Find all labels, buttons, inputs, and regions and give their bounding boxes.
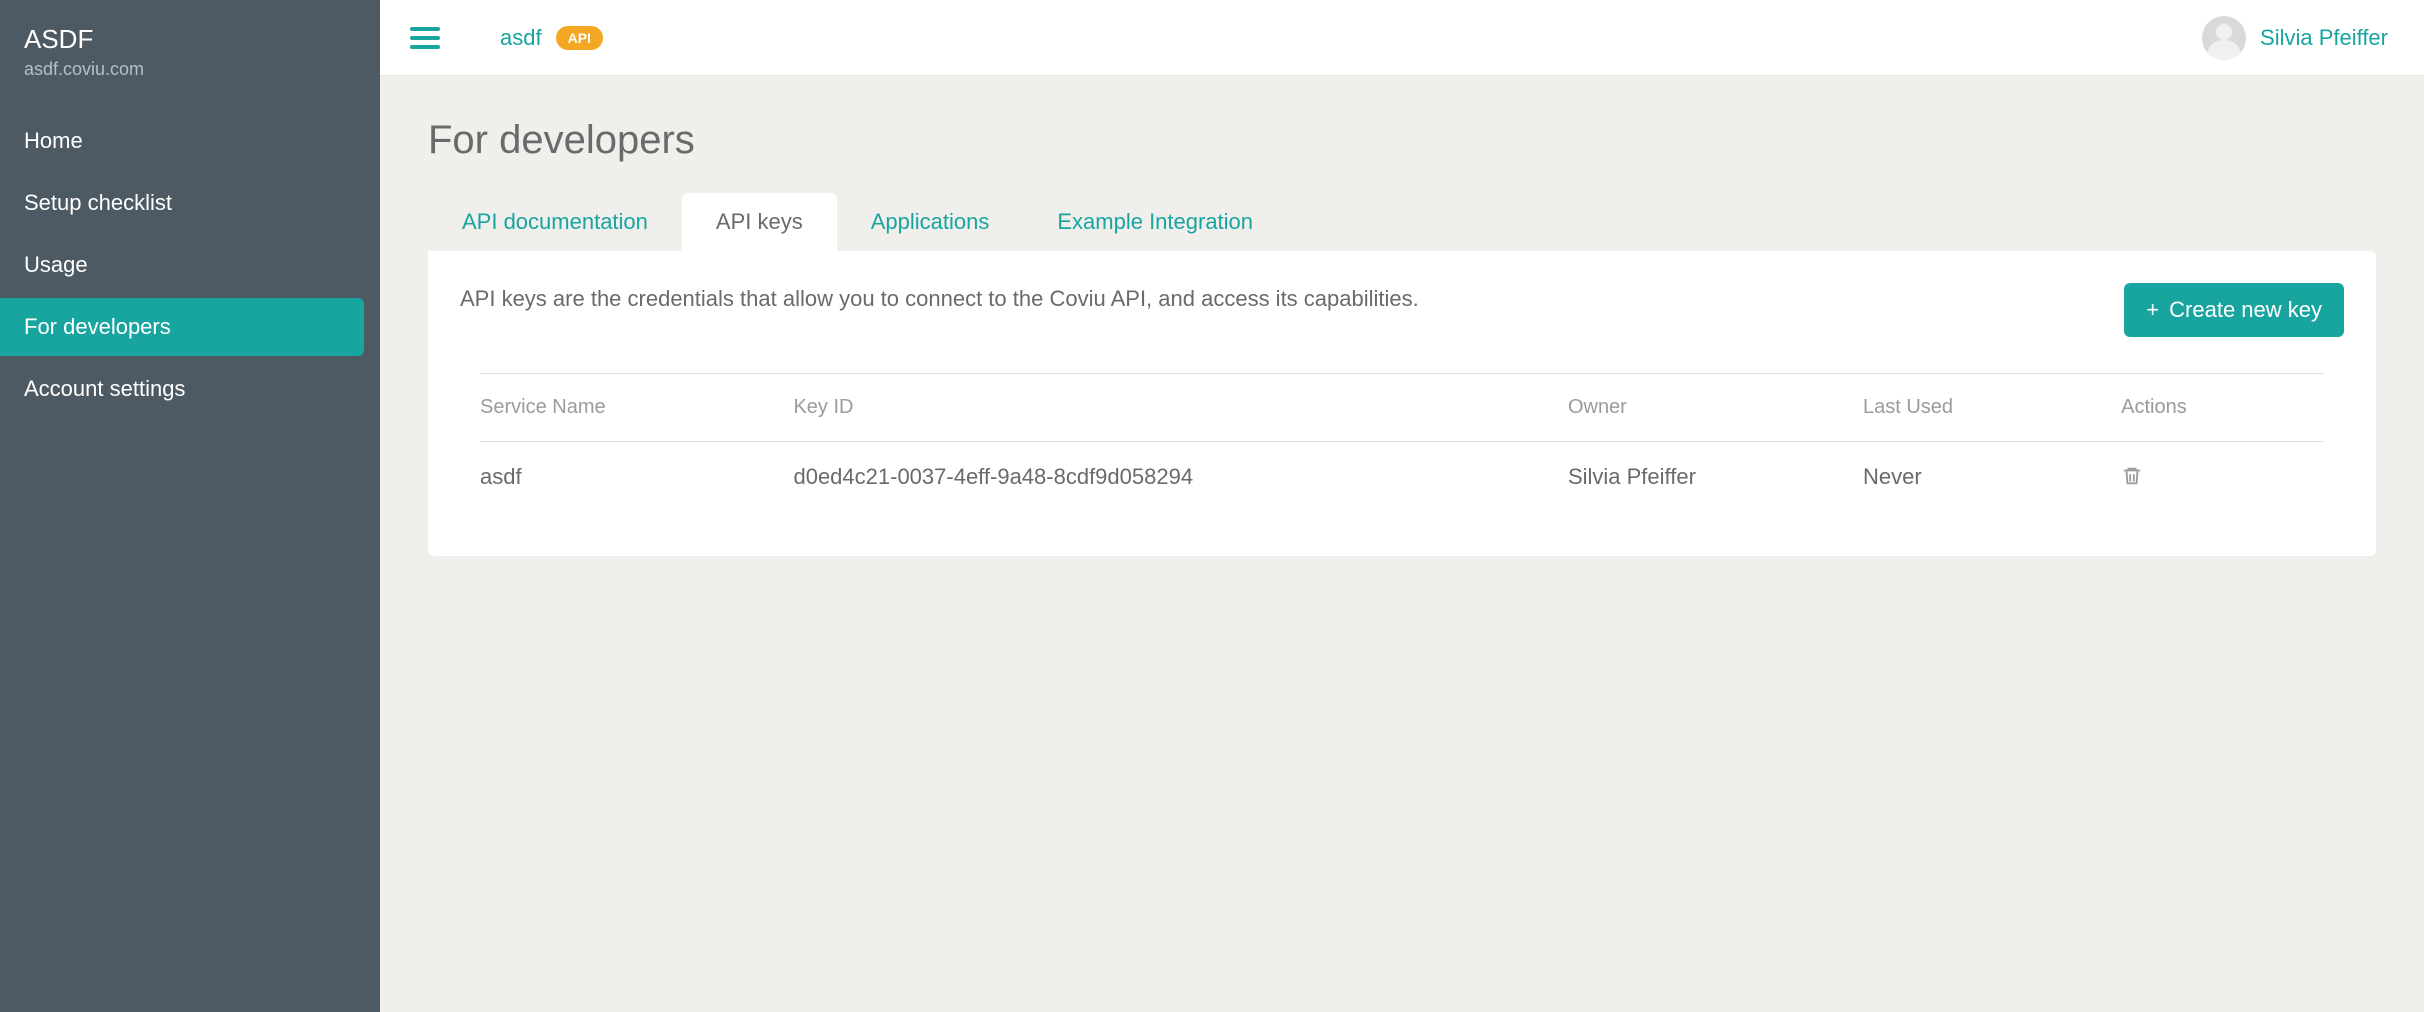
hamburger-icon[interactable] — [410, 27, 440, 49]
sidebar-item-usage[interactable]: Usage — [0, 236, 364, 294]
sidebar: ASDF asdf.coviu.com Home Setup checklist… — [0, 0, 380, 1012]
sidebar-nav: Home Setup checklist Usage For developer… — [0, 112, 380, 418]
main: asdf API Silvia Pfeiffer For developers … — [380, 0, 2424, 1012]
org-domain: asdf.coviu.com — [24, 59, 356, 80]
panel-description: API keys are the credentials that allow … — [460, 283, 2100, 315]
sidebar-item-label: Home — [24, 128, 83, 153]
cell-owner: Silvia Pfeiffer — [1568, 464, 1863, 490]
sidebar-item-for-developers[interactable]: For developers — [0, 298, 364, 356]
sidebar-item-label: Account settings — [24, 376, 185, 401]
tab-label: Applications — [871, 209, 990, 234]
tab-applications[interactable]: Applications — [837, 193, 1024, 251]
tab-label: API keys — [716, 209, 803, 234]
trash-icon[interactable] — [2121, 464, 2143, 488]
tab-label: Example Integration — [1057, 209, 1253, 234]
table-header-row: Service Name Key ID Owner Last Used Acti… — [480, 374, 2324, 441]
col-header-last-used: Last Used — [1863, 396, 2121, 419]
tabs: API documentation API keys Applications … — [428, 193, 2376, 251]
sidebar-header: ASDF asdf.coviu.com — [0, 18, 380, 94]
page-title: For developers — [428, 118, 2376, 163]
table-row: asdf d0ed4c21-0037-4eff-9a48-8cdf9d05829… — [480, 442, 2324, 516]
cell-last-used: Never — [1863, 464, 2121, 490]
tab-example-integration[interactable]: Example Integration — [1023, 193, 1287, 251]
user-menu[interactable]: Silvia Pfeiffer — [2260, 25, 2388, 51]
tab-api-keys[interactable]: API keys — [682, 193, 837, 251]
tab-api-documentation[interactable]: API documentation — [428, 193, 682, 251]
panel-head: API keys are the credentials that allow … — [460, 283, 2344, 337]
plus-icon: + — [2146, 297, 2159, 323]
api-keys-table: Service Name Key ID Owner Last Used Acti… — [460, 373, 2344, 516]
col-header-keyid: Key ID — [793, 396, 1567, 419]
avatar[interactable] — [2202, 16, 2246, 60]
sidebar-item-account-settings[interactable]: Account settings — [0, 360, 364, 418]
sidebar-item-label: Setup checklist — [24, 190, 172, 215]
col-header-owner: Owner — [1568, 396, 1863, 419]
sidebar-item-home[interactable]: Home — [0, 112, 364, 170]
org-title: ASDF — [24, 24, 356, 55]
cell-key-id: d0ed4c21-0037-4eff-9a48-8cdf9d058294 — [793, 464, 1567, 490]
content: For developers API documentation API key… — [380, 76, 2424, 598]
topbar: asdf API Silvia Pfeiffer — [380, 0, 2424, 76]
sidebar-item-label: For developers — [24, 314, 171, 339]
tab-label: API documentation — [462, 209, 648, 234]
cell-service-name: asdf — [480, 464, 793, 490]
breadcrumb-org[interactable]: asdf — [500, 25, 542, 51]
col-header-actions: Actions — [2121, 396, 2324, 419]
create-button-label: Create new key — [2169, 297, 2322, 323]
col-header-service: Service Name — [480, 396, 793, 419]
sidebar-item-label: Usage — [24, 252, 88, 277]
cell-actions — [2121, 464, 2324, 494]
create-new-key-button[interactable]: + Create new key — [2124, 283, 2344, 337]
panel: API keys are the credentials that allow … — [428, 251, 2376, 556]
api-badge: API — [556, 26, 603, 50]
sidebar-item-setup-checklist[interactable]: Setup checklist — [0, 174, 364, 232]
